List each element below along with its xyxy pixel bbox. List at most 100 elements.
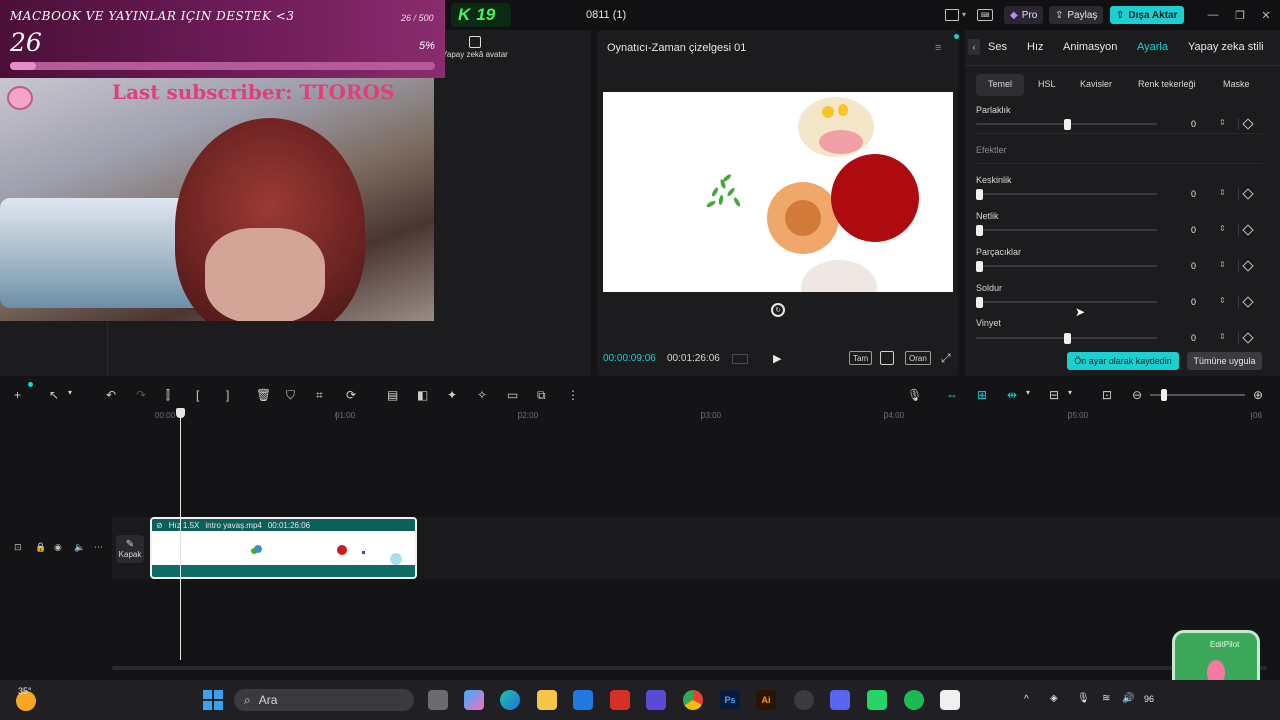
slider-knob[interactable] bbox=[976, 261, 983, 272]
copilot-icon[interactable] bbox=[464, 690, 484, 710]
vignette-slider[interactable] bbox=[976, 333, 1157, 344]
mirror-icon[interactable]: ◧ bbox=[417, 388, 431, 402]
export-button[interactable]: ⇧ Dışa Aktar bbox=[1110, 6, 1184, 24]
aspect-ratio-button[interactable]: Oran bbox=[905, 351, 931, 365]
speed-icon[interactable]: ⟳ bbox=[346, 388, 360, 402]
slider-knob[interactable] bbox=[976, 225, 983, 236]
param-value[interactable]: 0 bbox=[1191, 189, 1196, 199]
chrome-icon[interactable] bbox=[683, 690, 703, 710]
menu-icon[interactable]: ≡ bbox=[935, 42, 941, 54]
trim-left-icon[interactable]: [ bbox=[196, 388, 210, 402]
grain-slider[interactable] bbox=[976, 261, 1157, 272]
param-value[interactable]: 0 bbox=[1191, 333, 1196, 343]
subtab-basic[interactable]: Temel bbox=[988, 79, 1012, 89]
playhead[interactable] bbox=[180, 410, 181, 660]
close-icon[interactable]: ✕ bbox=[1259, 8, 1273, 22]
param-value[interactable]: 0 bbox=[1191, 225, 1196, 235]
slider-knob[interactable] bbox=[1063, 119, 1071, 130]
subtab-hsl[interactable]: HSL bbox=[1038, 79, 1056, 89]
photoshop-icon[interactable]: Ps bbox=[720, 690, 740, 710]
tab-animation[interactable]: Animasyon bbox=[1063, 41, 1117, 53]
edge-icon[interactable] bbox=[500, 690, 520, 710]
spinner-icon[interactable]: ⇕ bbox=[1219, 118, 1226, 127]
delete-icon[interactable]: 🗑 bbox=[256, 388, 271, 402]
subtab-curves[interactable]: Kavisler bbox=[1080, 79, 1112, 89]
magic-icon[interactable]: ✦ bbox=[447, 388, 461, 402]
microphone-icon[interactable]: 🎙 bbox=[907, 388, 922, 402]
microphone-icon[interactable]: 🎙 bbox=[1077, 693, 1090, 704]
illustrator-icon[interactable]: Ai bbox=[756, 690, 776, 710]
taskbar-search[interactable]: ⌕ Ara bbox=[234, 689, 414, 711]
app-icon[interactable] bbox=[646, 690, 666, 710]
clarity-slider[interactable] bbox=[976, 225, 1157, 236]
zoom-in-icon[interactable]: ⊕ bbox=[1253, 388, 1267, 402]
more-icon[interactable]: ⋯ bbox=[94, 542, 103, 553]
outlook-icon[interactable] bbox=[573, 690, 593, 710]
undo-icon[interactable]: ↶ bbox=[106, 388, 120, 402]
tab-audio[interactable]: Ses bbox=[988, 41, 1007, 53]
playhead-handle[interactable] bbox=[176, 408, 185, 418]
brightness-slider[interactable] bbox=[976, 119, 1157, 130]
zoom-slider-knob[interactable] bbox=[1161, 389, 1167, 401]
gamepad-icon[interactable]: ◈ bbox=[1050, 693, 1058, 704]
cover-button[interactable]: ✎ Kapak bbox=[116, 535, 144, 563]
link-icon[interactable]: ⇔ bbox=[946, 388, 964, 402]
tab-ai-avatar[interactable]: Yapay zekâ avatar bbox=[442, 36, 508, 59]
param-value[interactable]: 0 bbox=[1191, 297, 1196, 307]
chevron-up-icon[interactable]: ^ bbox=[1024, 694, 1029, 705]
video-preview[interactable] bbox=[603, 92, 953, 316]
sharpness-slider[interactable] bbox=[976, 189, 1157, 200]
spinner-icon[interactable]: ⇕ bbox=[1219, 260, 1226, 269]
edit-clip-icon[interactable]: ▤ bbox=[387, 388, 401, 402]
param-value[interactable]: 0 bbox=[1191, 261, 1196, 271]
share-button[interactable]: ⇪ Paylaş bbox=[1049, 6, 1104, 24]
shield-icon[interactable]: ⛉ bbox=[286, 388, 300, 402]
chevron-down-icon[interactable]: ▾ bbox=[68, 388, 82, 402]
layout-icon[interactable] bbox=[945, 9, 959, 21]
add-icon[interactable]: + bbox=[14, 388, 28, 402]
spinner-icon[interactable]: ⇕ bbox=[1219, 296, 1226, 305]
full-quality-button[interactable]: Tam bbox=[849, 351, 873, 365]
obs-icon[interactable] bbox=[794, 690, 814, 710]
fade-slider[interactable] bbox=[976, 297, 1157, 308]
capcut-icon[interactable] bbox=[940, 690, 960, 710]
slider-knob[interactable] bbox=[976, 189, 983, 200]
magnet-icon[interactable]: ⊞ bbox=[977, 388, 995, 402]
export-frame-icon[interactable]: ⧉ bbox=[537, 388, 551, 402]
split-icon[interactable]: ⫿ bbox=[166, 388, 180, 402]
fit-icon[interactable]: ⊡ bbox=[1102, 388, 1116, 402]
apply-all-button[interactable]: Tümüne uygula bbox=[1187, 352, 1262, 370]
eye-icon[interactable]: ◉ bbox=[54, 542, 62, 553]
volume-icon[interactable]: 🔊 bbox=[1122, 693, 1134, 704]
video-clip[interactable]: ⊘ Hız 1.5X intro yavaş.mp4 00:01:26:06 bbox=[150, 517, 417, 579]
chevron-left-icon[interactable]: ‹ bbox=[968, 39, 980, 55]
lock-icon[interactable]: 🔒 bbox=[35, 542, 46, 553]
timeline-scrollbar[interactable] bbox=[112, 666, 1267, 670]
slider-knob[interactable] bbox=[976, 297, 983, 308]
discord-icon[interactable] bbox=[830, 690, 850, 710]
param-value[interactable]: 0 bbox=[1191, 119, 1196, 129]
subtab-mask[interactable]: Maske bbox=[1223, 79, 1250, 89]
speaker-icon[interactable]: 🔈 bbox=[74, 542, 85, 553]
timeline-ruler[interactable] bbox=[112, 410, 1280, 424]
zoom-out-icon[interactable]: ⊖ bbox=[1132, 388, 1146, 402]
task-view-icon[interactable] bbox=[428, 690, 448, 710]
spinner-icon[interactable]: ⇕ bbox=[1219, 224, 1226, 233]
chevron-down-icon[interactable]: ▾ bbox=[1026, 388, 1040, 402]
chevron-down-icon[interactable]: ▾ bbox=[1068, 388, 1082, 402]
fullscreen-icon[interactable]: ⤢ bbox=[941, 351, 951, 366]
spinner-icon[interactable]: ⇕ bbox=[1219, 188, 1226, 197]
tab-adjust[interactable]: Ayarla bbox=[1137, 41, 1168, 53]
slider-knob[interactable] bbox=[1063, 333, 1071, 344]
spinner-icon[interactable]: ⇕ bbox=[1219, 332, 1226, 341]
caption-icon[interactable]: ▭ bbox=[507, 388, 521, 402]
subtab-color-wheel[interactable]: Renk tekerleği bbox=[1138, 79, 1196, 89]
play-icon[interactable]: ▶ bbox=[773, 352, 781, 365]
keyboard-icon[interactable]: ⌨ bbox=[977, 9, 993, 21]
select-cursor-icon[interactable]: ↖ bbox=[49, 388, 63, 402]
preview-axis-icon[interactable]: ⊟ bbox=[1049, 388, 1063, 402]
save-preset-button[interactable]: Ön ayar olarak kaydedin bbox=[1067, 352, 1179, 370]
crop-icon[interactable]: ⌗ bbox=[316, 388, 330, 402]
rotate-icon[interactable]: ↻ bbox=[771, 303, 785, 317]
audio-split-icon[interactable]: ⋮ bbox=[567, 388, 581, 402]
